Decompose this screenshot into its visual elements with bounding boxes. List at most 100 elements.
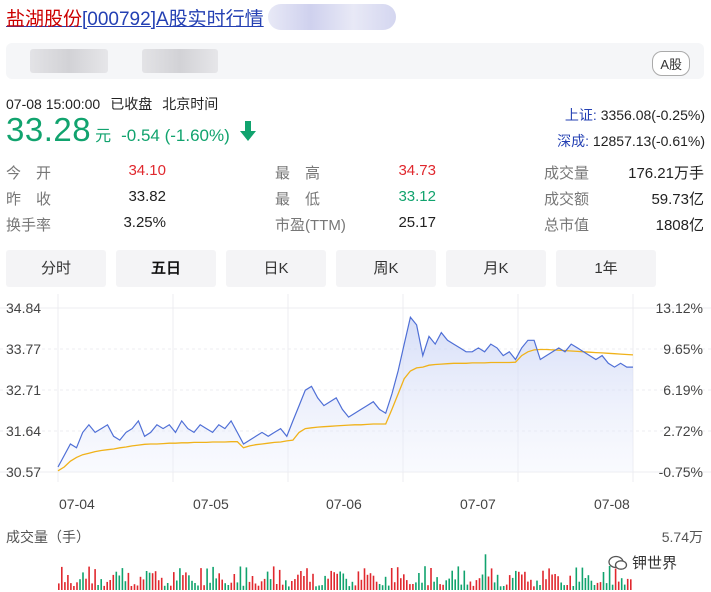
volume-bar xyxy=(487,576,490,590)
volume-bar xyxy=(173,572,175,590)
volume-bar xyxy=(321,585,323,590)
volume-bar xyxy=(254,583,257,590)
y-tick-label: 31.64 xyxy=(6,423,42,439)
blurred-text xyxy=(30,49,108,73)
volume-bar xyxy=(206,568,208,590)
volume-bar xyxy=(94,569,96,590)
x-date-label: 07-04 xyxy=(59,496,95,512)
volume-bar xyxy=(542,570,544,590)
volume-bar xyxy=(154,571,157,590)
volume-bar xyxy=(611,584,614,590)
volume-bar xyxy=(91,583,93,590)
volume-bar xyxy=(478,578,481,590)
stat-value: 1808亿 xyxy=(655,217,704,234)
volume-bar xyxy=(602,572,605,590)
tab-five-day[interactable]: 五日 xyxy=(116,250,216,287)
volume-bar xyxy=(112,574,115,590)
volume-bar xyxy=(239,566,242,590)
volume-bar xyxy=(227,585,230,590)
volume-bar xyxy=(342,573,345,590)
volume-bar xyxy=(242,585,245,590)
volume-bar xyxy=(103,585,105,590)
volume-bar xyxy=(381,585,384,590)
volume-bar xyxy=(76,582,78,590)
volume-bar xyxy=(560,582,562,590)
volume-bar xyxy=(85,578,87,590)
stock-code: [000792] xyxy=(82,8,156,30)
tab-monthly-k[interactable]: 月K xyxy=(446,250,546,287)
volume-bar xyxy=(351,581,354,590)
volume-bar xyxy=(357,571,360,590)
volume-bar xyxy=(257,585,260,590)
stat-value: 3.25% xyxy=(123,214,166,231)
title-suffix: A股实时行情 xyxy=(155,8,264,30)
volume-bar xyxy=(581,567,584,590)
market-status: 已收盘 xyxy=(110,96,153,112)
price-chart[interactable] xyxy=(0,294,711,592)
volume-bar xyxy=(527,581,529,590)
stat-label: 今 开 xyxy=(6,165,52,182)
volume-bar xyxy=(569,575,571,590)
volume-bar xyxy=(626,578,629,590)
volume-bar xyxy=(160,577,163,590)
volume-bar xyxy=(215,578,217,590)
volume-bar xyxy=(454,579,456,590)
volume-bar xyxy=(127,572,130,590)
volume-bar xyxy=(515,570,517,590)
volume-bar xyxy=(439,584,441,590)
wechat-icon xyxy=(608,555,628,570)
pct-tick-label: 6.19% xyxy=(663,382,703,398)
current-price: 33.28 xyxy=(6,111,92,148)
volume-bar xyxy=(315,586,317,590)
volume-bar xyxy=(251,576,254,590)
volume-bar xyxy=(369,573,372,590)
volume-bar xyxy=(157,580,160,590)
volume-bar xyxy=(393,582,396,590)
volume-bar xyxy=(372,575,375,590)
volume-bar xyxy=(566,585,568,590)
timezone: 北京时间 xyxy=(162,96,219,112)
volume-bar xyxy=(67,575,69,590)
volume-bar xyxy=(617,581,620,590)
stat-value: 33.12 xyxy=(398,188,436,205)
volume-bar xyxy=(185,572,187,590)
stock-name: 盐湖股份 xyxy=(6,8,83,30)
tab-intraday[interactable]: 分时 xyxy=(6,250,106,287)
stat-value: 34.10 xyxy=(128,162,166,179)
stat-label: 最 高 xyxy=(275,165,321,182)
volume-bar xyxy=(197,585,199,590)
volume-bar xyxy=(133,584,136,590)
volume-bar xyxy=(587,575,590,590)
volume-bar xyxy=(539,585,541,590)
stat-value: 59.73亿 xyxy=(651,191,704,208)
volume-bar xyxy=(191,580,193,590)
volume-bar xyxy=(436,577,438,590)
tab-one-year[interactable]: 1年 xyxy=(556,250,656,287)
volume-bar xyxy=(260,581,263,590)
index-shanghai[interactable]: 上证: 3356.08(-0.25%) xyxy=(565,105,705,125)
volume-bar xyxy=(424,566,426,590)
market-badge[interactable]: A股 xyxy=(652,51,690,76)
volume-bar xyxy=(203,585,205,590)
pct-tick-label: 13.12% xyxy=(655,300,703,316)
stat-value: 33.82 xyxy=(128,188,166,205)
tab-daily-k[interactable]: 日K xyxy=(226,250,326,287)
stock-title-link[interactable]: 盐湖股份[000792]A股实时行情 xyxy=(6,4,264,31)
volume-bar xyxy=(584,578,587,590)
index-shenzhen[interactable]: 深成: 12857.13(-0.61%) xyxy=(557,131,705,151)
volume-bar xyxy=(148,572,151,590)
volume-bar xyxy=(536,580,538,590)
watermark: 钾世界 xyxy=(608,552,677,573)
volume-bar xyxy=(318,585,320,590)
volume-bar xyxy=(620,578,623,590)
volume-bar xyxy=(312,573,314,590)
volume-bar xyxy=(233,574,236,590)
volume-bar xyxy=(623,584,626,590)
volume-bar xyxy=(97,585,99,590)
stat-label: 成交额 xyxy=(544,191,590,208)
volume-bar xyxy=(415,582,417,590)
volume-bar xyxy=(545,579,547,590)
volume-bar xyxy=(236,582,239,590)
tab-weekly-k[interactable]: 周K xyxy=(336,250,436,287)
volume-bar xyxy=(578,581,581,590)
